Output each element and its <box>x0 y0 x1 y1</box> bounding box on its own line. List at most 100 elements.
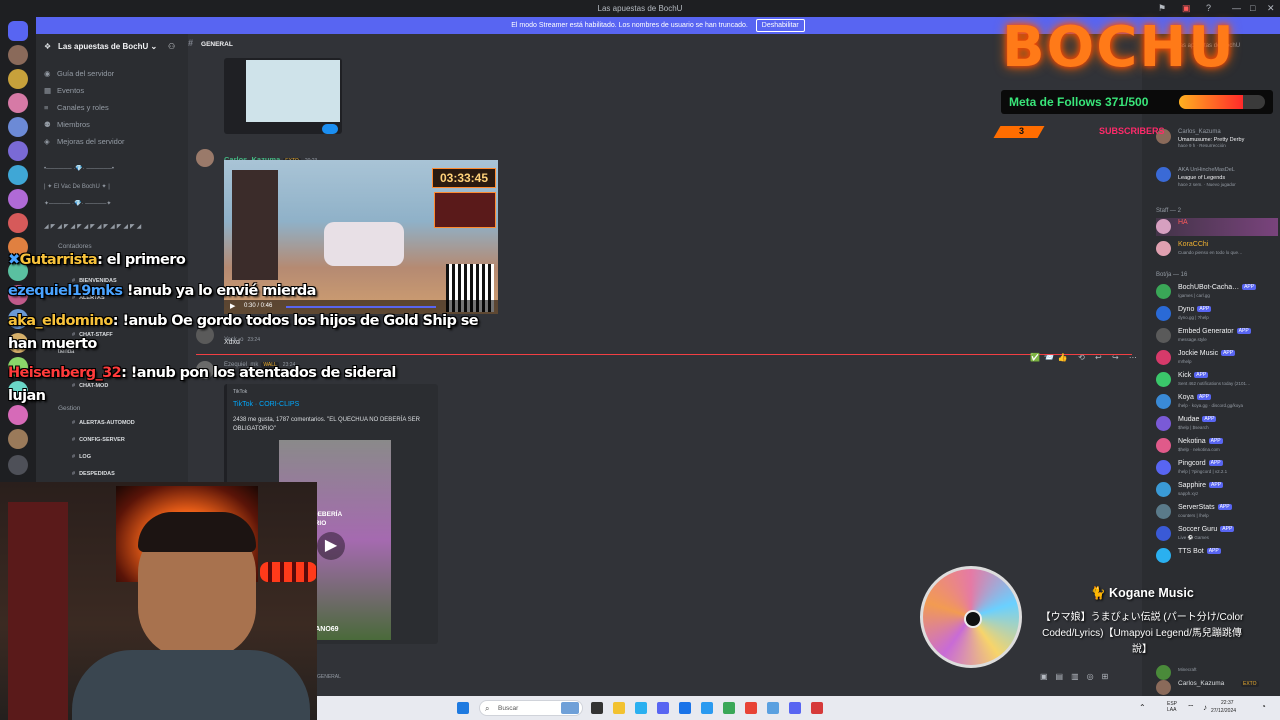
member-item[interactable]: ServerStats APP counters | /help <box>1156 503 1278 521</box>
member-item[interactable]: Soccer Guru APP Live ⚽ Games <box>1156 525 1278 543</box>
nav-events[interactable]: ▦ Eventos <box>44 86 84 95</box>
server-icon[interactable] <box>8 69 28 89</box>
chrome-icon[interactable] <box>745 702 757 714</box>
server-icon[interactable] <box>8 405 28 425</box>
member-status: message.style <box>1178 337 1207 342</box>
server-icon[interactable] <box>8 189 28 209</box>
server-icon[interactable] <box>8 213 28 233</box>
member-item[interactable]: Sapphire APP sapph.xyz <box>1156 481 1278 499</box>
disable-streamer-button[interactable]: Deshabilitar <box>755 19 805 32</box>
member-item[interactable]: BochUBot-Cacha… APP/games | carl.gg <box>1156 283 1278 301</box>
avatar <box>1156 350 1171 365</box>
embed-title[interactable]: TikTok · CORI-CLIPS <box>233 401 299 408</box>
server-icon[interactable] <box>8 117 28 137</box>
discord-home-icon[interactable] <box>8 21 28 41</box>
boost-icon: ◈ <box>44 137 50 146</box>
discord-icon[interactable] <box>789 702 801 714</box>
member-name: Dyno APP <box>1178 306 1212 313</box>
category-gestion[interactable]: Gestion <box>58 405 80 412</box>
member-item[interactable]: Embed Generator APP message.style <box>1156 327 1278 345</box>
member-item[interactable]: Pingcord APP/help | ?pingcord | v2.2.1 <box>1156 459 1278 477</box>
decor-line[interactable]: •────── ·💎· ──────• <box>44 165 114 172</box>
channel-log[interactable]: # LOG <box>72 454 91 460</box>
nav-members[interactable]: ⚉ Miembros <box>44 120 90 129</box>
app-icon[interactable] <box>635 702 647 714</box>
member-item[interactable]: Mudae APP $help | $search <box>1156 415 1278 433</box>
member-item[interactable]: Kick APP Sent 462 notifications today (210… <box>1156 371 1278 389</box>
decor-line[interactable]: | ✦ El Vac De BochU ✦ | <box>44 183 110 190</box>
server-icon[interactable] <box>8 141 28 161</box>
member-item[interactable]: Carlos_Kazuma EXTO <box>1156 679 1278 697</box>
message-time: 23:24 <box>247 337 260 343</box>
server-icon[interactable] <box>8 165 28 185</box>
volume-icon[interactable]: ♪ <box>1203 703 1207 712</box>
channel-alertas-automod[interactable]: # ALERTAS-AUTOMOD <box>72 420 135 426</box>
decor-line[interactable]: ✦───── ·💎· ─────✦ <box>44 200 111 207</box>
obs-icon[interactable] <box>811 702 823 714</box>
tray-chevron-icon[interactable]: ⌃ <box>1139 703 1146 712</box>
edge-icon[interactable] <box>701 702 713 714</box>
embed-description: 2438 me gusta, 1787 comentarios. "EL QUE… <box>233 417 420 432</box>
server-icon[interactable] <box>8 93 28 113</box>
channel-despedidas[interactable]: # DESPEDIDAS <box>72 471 115 477</box>
member-item[interactable]: KoraCChi Cuando pienso en todo lo que… <box>1156 240 1278 258</box>
avatar[interactable] <box>196 149 214 167</box>
member-status: /help · koya.gg · discord.gg/koya <box>1178 403 1244 408</box>
server-icon[interactable] <box>8 45 28 65</box>
member-item[interactable]: Koya APP/help · koya.gg · discord.gg/koya <box>1156 393 1278 411</box>
stream-logo: BOCHU <box>1002 15 1236 80</box>
widget-icon[interactable] <box>561 702 579 714</box>
category-contadores[interactable]: Contadores <box>58 243 92 250</box>
video-controls[interactable]: ▶ 0:30 / 0:46 <box>224 300 498 314</box>
play-icon[interactable]: ▶ <box>317 532 345 560</box>
tray-date[interactable]: 27/12/2024 <box>1211 708 1236 714</box>
channel-chat-mod[interactable]: # CHAT-MOD <box>72 383 108 389</box>
member-status: $help · nekotina.com <box>1178 447 1220 452</box>
app-icon[interactable] <box>679 702 691 714</box>
wifi-icon[interactable]: ⌔ <box>1187 703 1195 713</box>
tray-lang[interactable]: ESP LAA <box>1167 701 1177 713</box>
composer-icons[interactable]: ▣▤▥◎⊞ <box>1040 672 1116 681</box>
file-explorer-icon[interactable] <box>613 702 625 714</box>
member-item[interactable]: Nekotina APP $help · nekotina.com <box>1156 437 1278 455</box>
chair-left <box>8 502 68 720</box>
member-item[interactable]: TTS Bot APP <box>1156 547 1278 565</box>
task-view-icon[interactable] <box>591 702 603 714</box>
member-item[interactable]: Dyno APP dyno.gg | ?help <box>1156 305 1278 323</box>
banner-text: El modo Streamer está habilitado. Los no… <box>511 22 748 29</box>
app-badge: APP <box>1209 482 1224 488</box>
play-icon[interactable]: ▶ <box>230 302 235 310</box>
tray-time[interactable]: 22:37 <box>1221 700 1234 706</box>
maximize-button[interactable]: □ <box>1250 0 1255 17</box>
member-item[interactable]: Jockie Music APP m!help <box>1156 349 1278 367</box>
windows-start-icon[interactable] <box>457 702 469 714</box>
close-button[interactable]: ✕ <box>1267 0 1275 17</box>
search-icon: ⌕ <box>485 704 490 713</box>
server-header[interactable]: Las apuestas de BochU ⌄ <box>36 34 188 60</box>
nav-channels-roles[interactable]: ≡ Canales y roles <box>44 103 109 112</box>
message-actions[interactable]: ✅📨👍 ⟲ ↩ ↪ ⋯ <box>1030 353 1141 362</box>
chrome-icon[interactable] <box>723 702 735 714</box>
member-item[interactable]: AKA UnHincheMasDeL League of Legends hac… <box>1156 166 1278 187</box>
app-icon[interactable] <box>657 702 669 714</box>
app-icon[interactable] <box>767 702 779 714</box>
member-status: $help | $search <box>1178 425 1209 430</box>
member-item[interactable]: HA <box>1156 218 1278 236</box>
nav-boosts[interactable]: ◈ Mejoras del servidor <box>44 137 125 146</box>
channel-config-server[interactable]: # CONFIG-SERVER <box>72 437 125 443</box>
member-name: ServerStats APP <box>1178 504 1232 511</box>
decor-arrows: ◢◤◢◤◢◤◢◤◢◤◢◤◢◤◢ <box>44 224 144 230</box>
discover-icon[interactable] <box>8 455 28 475</box>
stream-timer: 03:33:45 <box>432 168 496 188</box>
image-attachment[interactable] <box>224 58 342 134</box>
video-progress[interactable] <box>286 306 436 308</box>
add-member-icon[interactable]: ⚇ <box>168 42 175 51</box>
notification-icon[interactable]: ◔ <box>1261 702 1266 711</box>
server-icon[interactable] <box>8 429 28 449</box>
member-name: Kick APP <box>1178 372 1209 379</box>
avatar <box>1156 394 1171 409</box>
nav-server-guide[interactable]: ◉ Guía del servidor <box>44 69 114 78</box>
webcam-feed <box>0 482 317 720</box>
footer-channel: GENERAL <box>317 674 341 680</box>
avatar <box>1156 306 1171 321</box>
